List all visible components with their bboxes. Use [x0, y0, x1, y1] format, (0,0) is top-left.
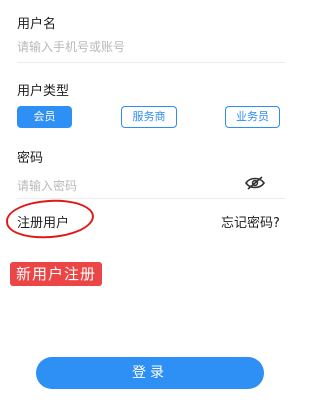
- user-type-label: 用户类型: [17, 84, 70, 99]
- annotation-circle: [5, 197, 95, 241]
- user-type-agent-button[interactable]: 业务员: [225, 106, 280, 128]
- forgot-password-link[interactable]: 忘记密码?: [221, 212, 280, 231]
- username-input[interactable]: 请输入手机号或账号: [17, 38, 125, 55]
- user-type-member-button[interactable]: 会员: [17, 106, 72, 128]
- user-type-provider-button[interactable]: 服务商: [121, 106, 177, 128]
- annotation-label: 新用户注册: [10, 262, 103, 286]
- password-label: 密码: [17, 151, 44, 166]
- login-button[interactable]: 登录: [36, 357, 264, 389]
- username-divider: [17, 62, 285, 63]
- username-label: 用户名: [17, 17, 57, 32]
- password-input[interactable]: 请输入密码: [17, 177, 77, 194]
- eye-off-icon[interactable]: [245, 176, 265, 190]
